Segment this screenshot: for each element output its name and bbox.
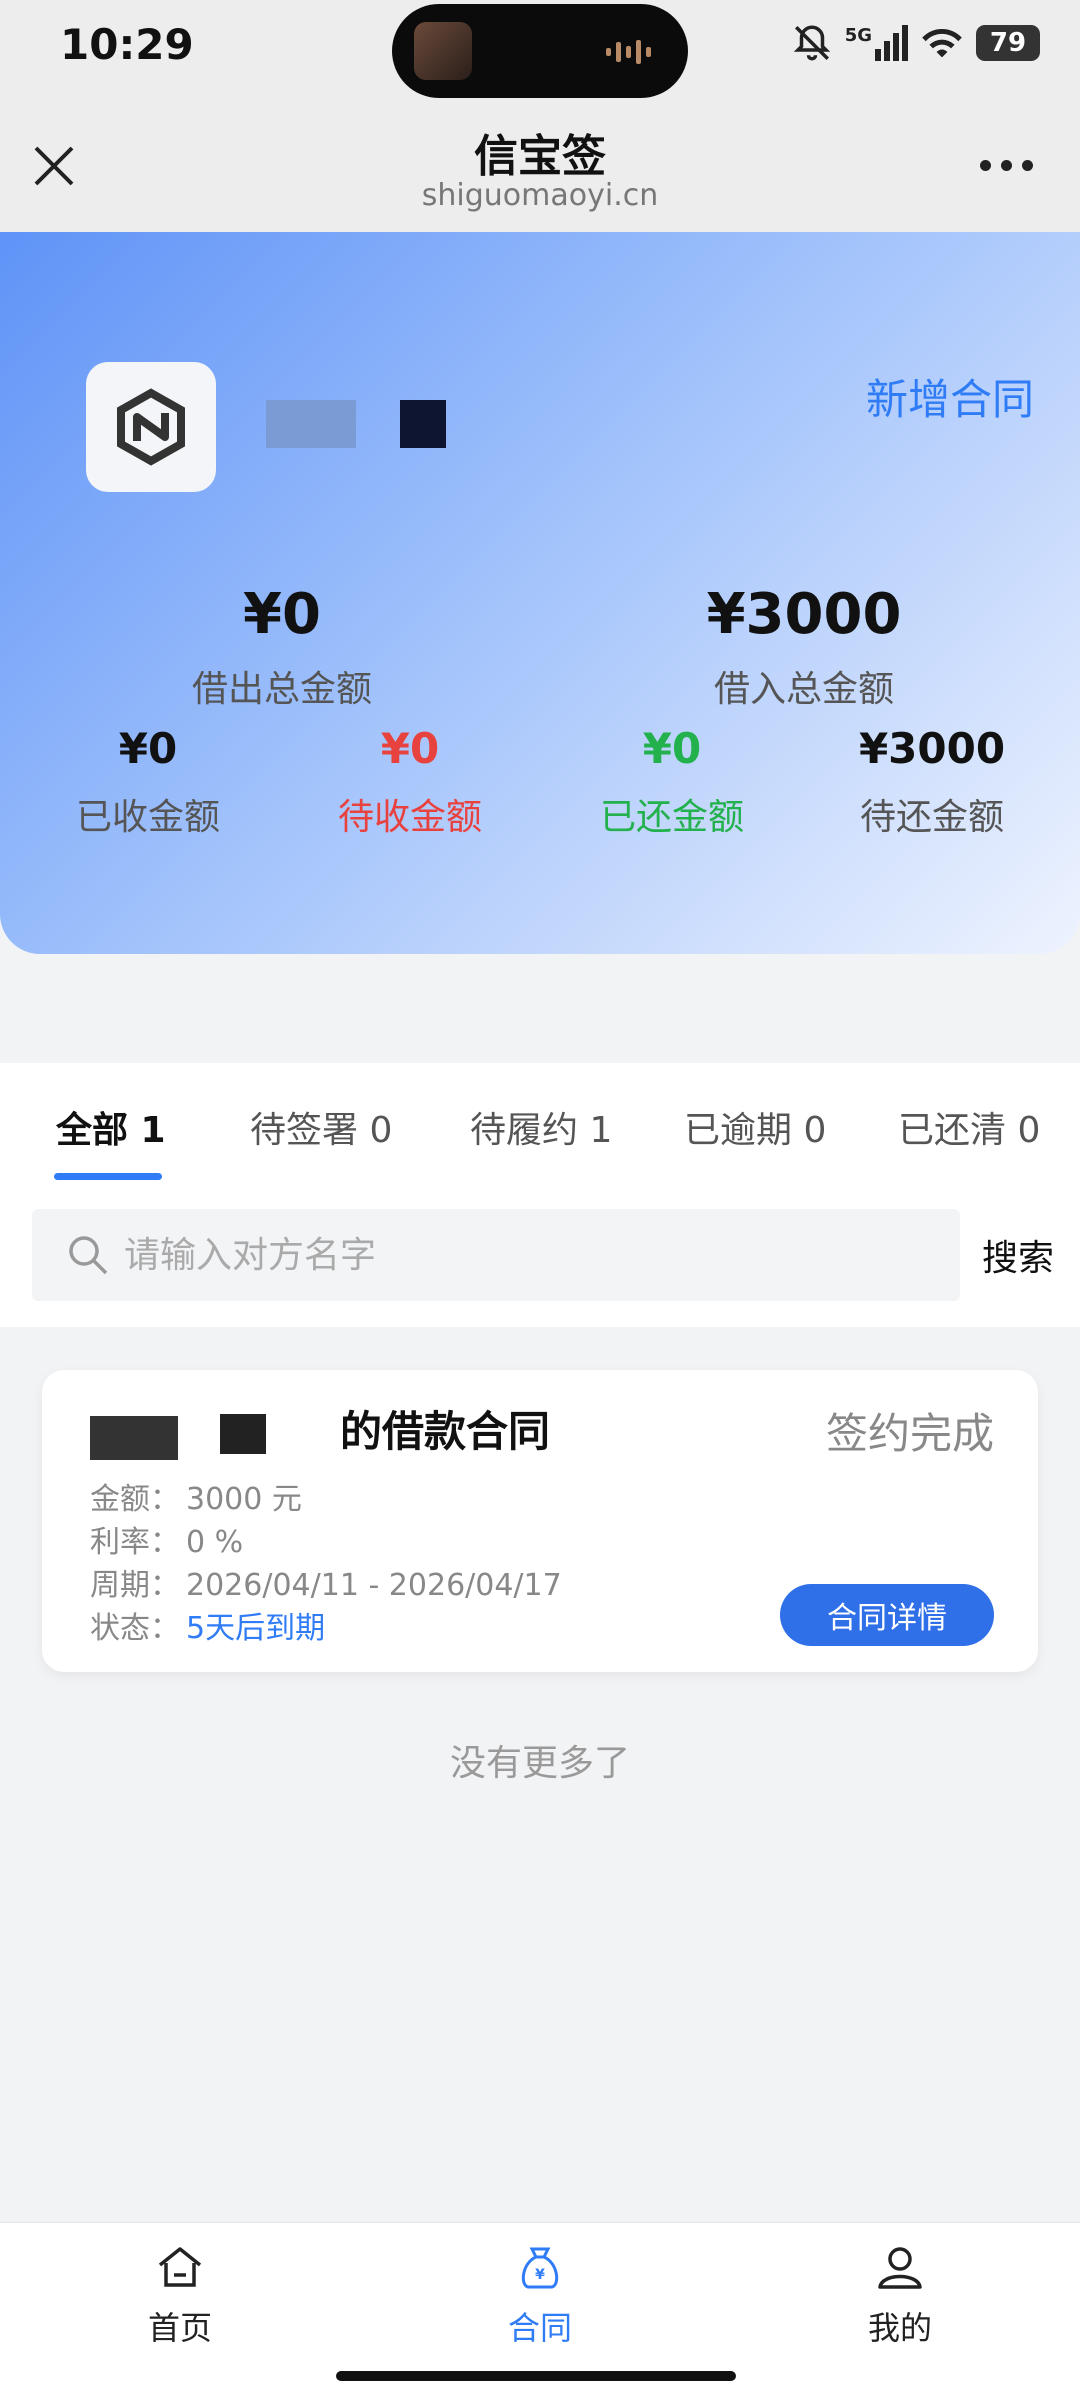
bottom-navigation: 首页 ¥ 合同 我的 — [0, 2222, 1080, 2400]
filter-section: 全部 1 待签署 0 待履约 1 已逾期 0 已还清 0 搜索 — [0, 1063, 1080, 1327]
signal-icon: 5G — [845, 25, 908, 61]
to-repay-amount: ¥3000 — [858, 724, 1006, 773]
dot-icon — [980, 159, 991, 171]
lent-total-label: 借出总金额 — [191, 669, 372, 710]
home-indicator[interactable] — [336, 2371, 736, 2381]
search-bar — [32, 1209, 960, 1301]
nav-contract[interactable]: ¥ 合同 — [440, 2239, 640, 2349]
amount-row: 金额： 3000 元 — [90, 1482, 302, 1517]
status-time: 10:29 — [60, 20, 194, 69]
active-tab-indicator — [54, 1173, 162, 1180]
media-thumbnail — [414, 22, 472, 80]
more-options-button[interactable] — [980, 150, 1040, 180]
nav-home-label: 首页 — [147, 2309, 212, 2347]
search-icon — [69, 1236, 108, 1275]
lent-total-amount: ¥0 — [243, 582, 321, 647]
tab-pending-sign[interactable]: 待签署 0 — [250, 1101, 392, 1153]
to-repay-label: 待还金额 — [859, 797, 1004, 838]
nav-mine-label: 我的 — [867, 2309, 932, 2347]
contract-status: 签约完成 — [825, 1409, 994, 1458]
status-bar: 10:29 5G 79 — [0, 0, 1080, 120]
title-bar: 信宝签 shiguomaoyi.cn — [0, 120, 1080, 232]
rate-row: 利率： 0 % — [90, 1525, 244, 1560]
user-icon — [878, 2247, 922, 2289]
borrowed-total-amount: ¥3000 — [706, 582, 902, 647]
network-type: 5G — [844, 25, 872, 46]
summary-panel: 新增合同 ¥0 借出总金额 ¥3000 借入总金额 ¥0 已收金额 ¥0 待收金… — [0, 232, 1080, 954]
page-title: 信宝签 — [474, 131, 606, 182]
received-amount: ¥0 — [118, 724, 178, 773]
user-name-redacted — [266, 400, 446, 448]
site-domain: shiguomaoyi.cn — [421, 178, 659, 213]
wifi-icon — [922, 28, 962, 58]
logo-icon — [117, 388, 185, 466]
tab-all[interactable]: 全部 1 — [56, 1101, 166, 1153]
home-icon — [158, 2247, 202, 2287]
contract-card[interactable]: 的借款合同 签约完成 金额： 3000 元 利率： 0 % 周期： 2026/04/1… — [42, 1370, 1038, 1672]
repaid-label: 已还金额 — [599, 797, 744, 838]
dot-icon — [1022, 159, 1033, 171]
mute-bell-icon — [793, 25, 830, 61]
received-label: 已收金额 — [75, 797, 220, 838]
svg-text:¥: ¥ — [535, 2267, 545, 2283]
app-logo — [86, 362, 216, 492]
search-button[interactable]: 搜索 — [982, 1229, 1054, 1281]
search-input[interactable] — [124, 1209, 924, 1301]
to-receive-amount: ¥0 — [380, 724, 440, 773]
list-end-text: 没有更多了 — [449, 1743, 630, 1784]
dot-icon — [1001, 159, 1012, 171]
dynamic-island[interactable] — [392, 4, 688, 98]
to-receive-label: 待收金额 — [337, 797, 482, 838]
audio-wave-icon — [606, 40, 651, 64]
redacted-name — [220, 1414, 266, 1454]
borrowed-total-label: 借入总金额 — [713, 669, 894, 710]
money-bag-icon: ¥ — [521, 2247, 559, 2289]
state-row: 状态： 5天后到期 — [90, 1611, 326, 1646]
repaid-amount: ¥0 — [642, 724, 702, 773]
tab-pending-fulfill[interactable]: 待履约 1 — [470, 1101, 612, 1153]
tab-overdue[interactable]: 已逾期 0 — [684, 1101, 826, 1153]
period-row: 周期： 2026/04/11 - 2026/04/17 — [90, 1568, 562, 1603]
nav-contract-label: 合同 — [507, 2309, 572, 2347]
battery-indicator: 79 — [976, 25, 1040, 61]
contract-detail-button[interactable]: 合同详情 — [780, 1584, 994, 1646]
add-contract-button[interactable]: 新增合同 — [866, 366, 1034, 427]
nav-mine[interactable]: 我的 — [800, 2239, 1000, 2349]
redacted-name — [90, 1416, 178, 1460]
tab-paid-off[interactable]: 已还清 0 — [898, 1101, 1040, 1153]
nav-home[interactable]: 首页 — [80, 2239, 280, 2349]
contract-title: 的借款合同 — [90, 1398, 550, 1460]
